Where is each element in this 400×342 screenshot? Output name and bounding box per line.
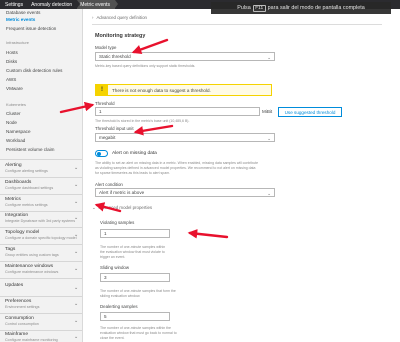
toast-text-after: para salir del modo de pantalla completa (267, 5, 365, 11)
toast-text-before: Pulsa (237, 5, 251, 11)
annotation-arrow-violating (187, 229, 229, 239)
annotation-arrows (59, 38, 229, 239)
annotation-arrow-threshold (59, 101, 95, 114)
fullscreen-toast: Pulsa F11 para salir del modo de pantall… (211, 2, 391, 14)
toast-key: F11 (252, 4, 266, 12)
annotation-arrow-model-type (131, 38, 169, 55)
annotation-arrow-advanced-model (94, 202, 122, 213)
annotation-arrow-unit (133, 124, 174, 136)
